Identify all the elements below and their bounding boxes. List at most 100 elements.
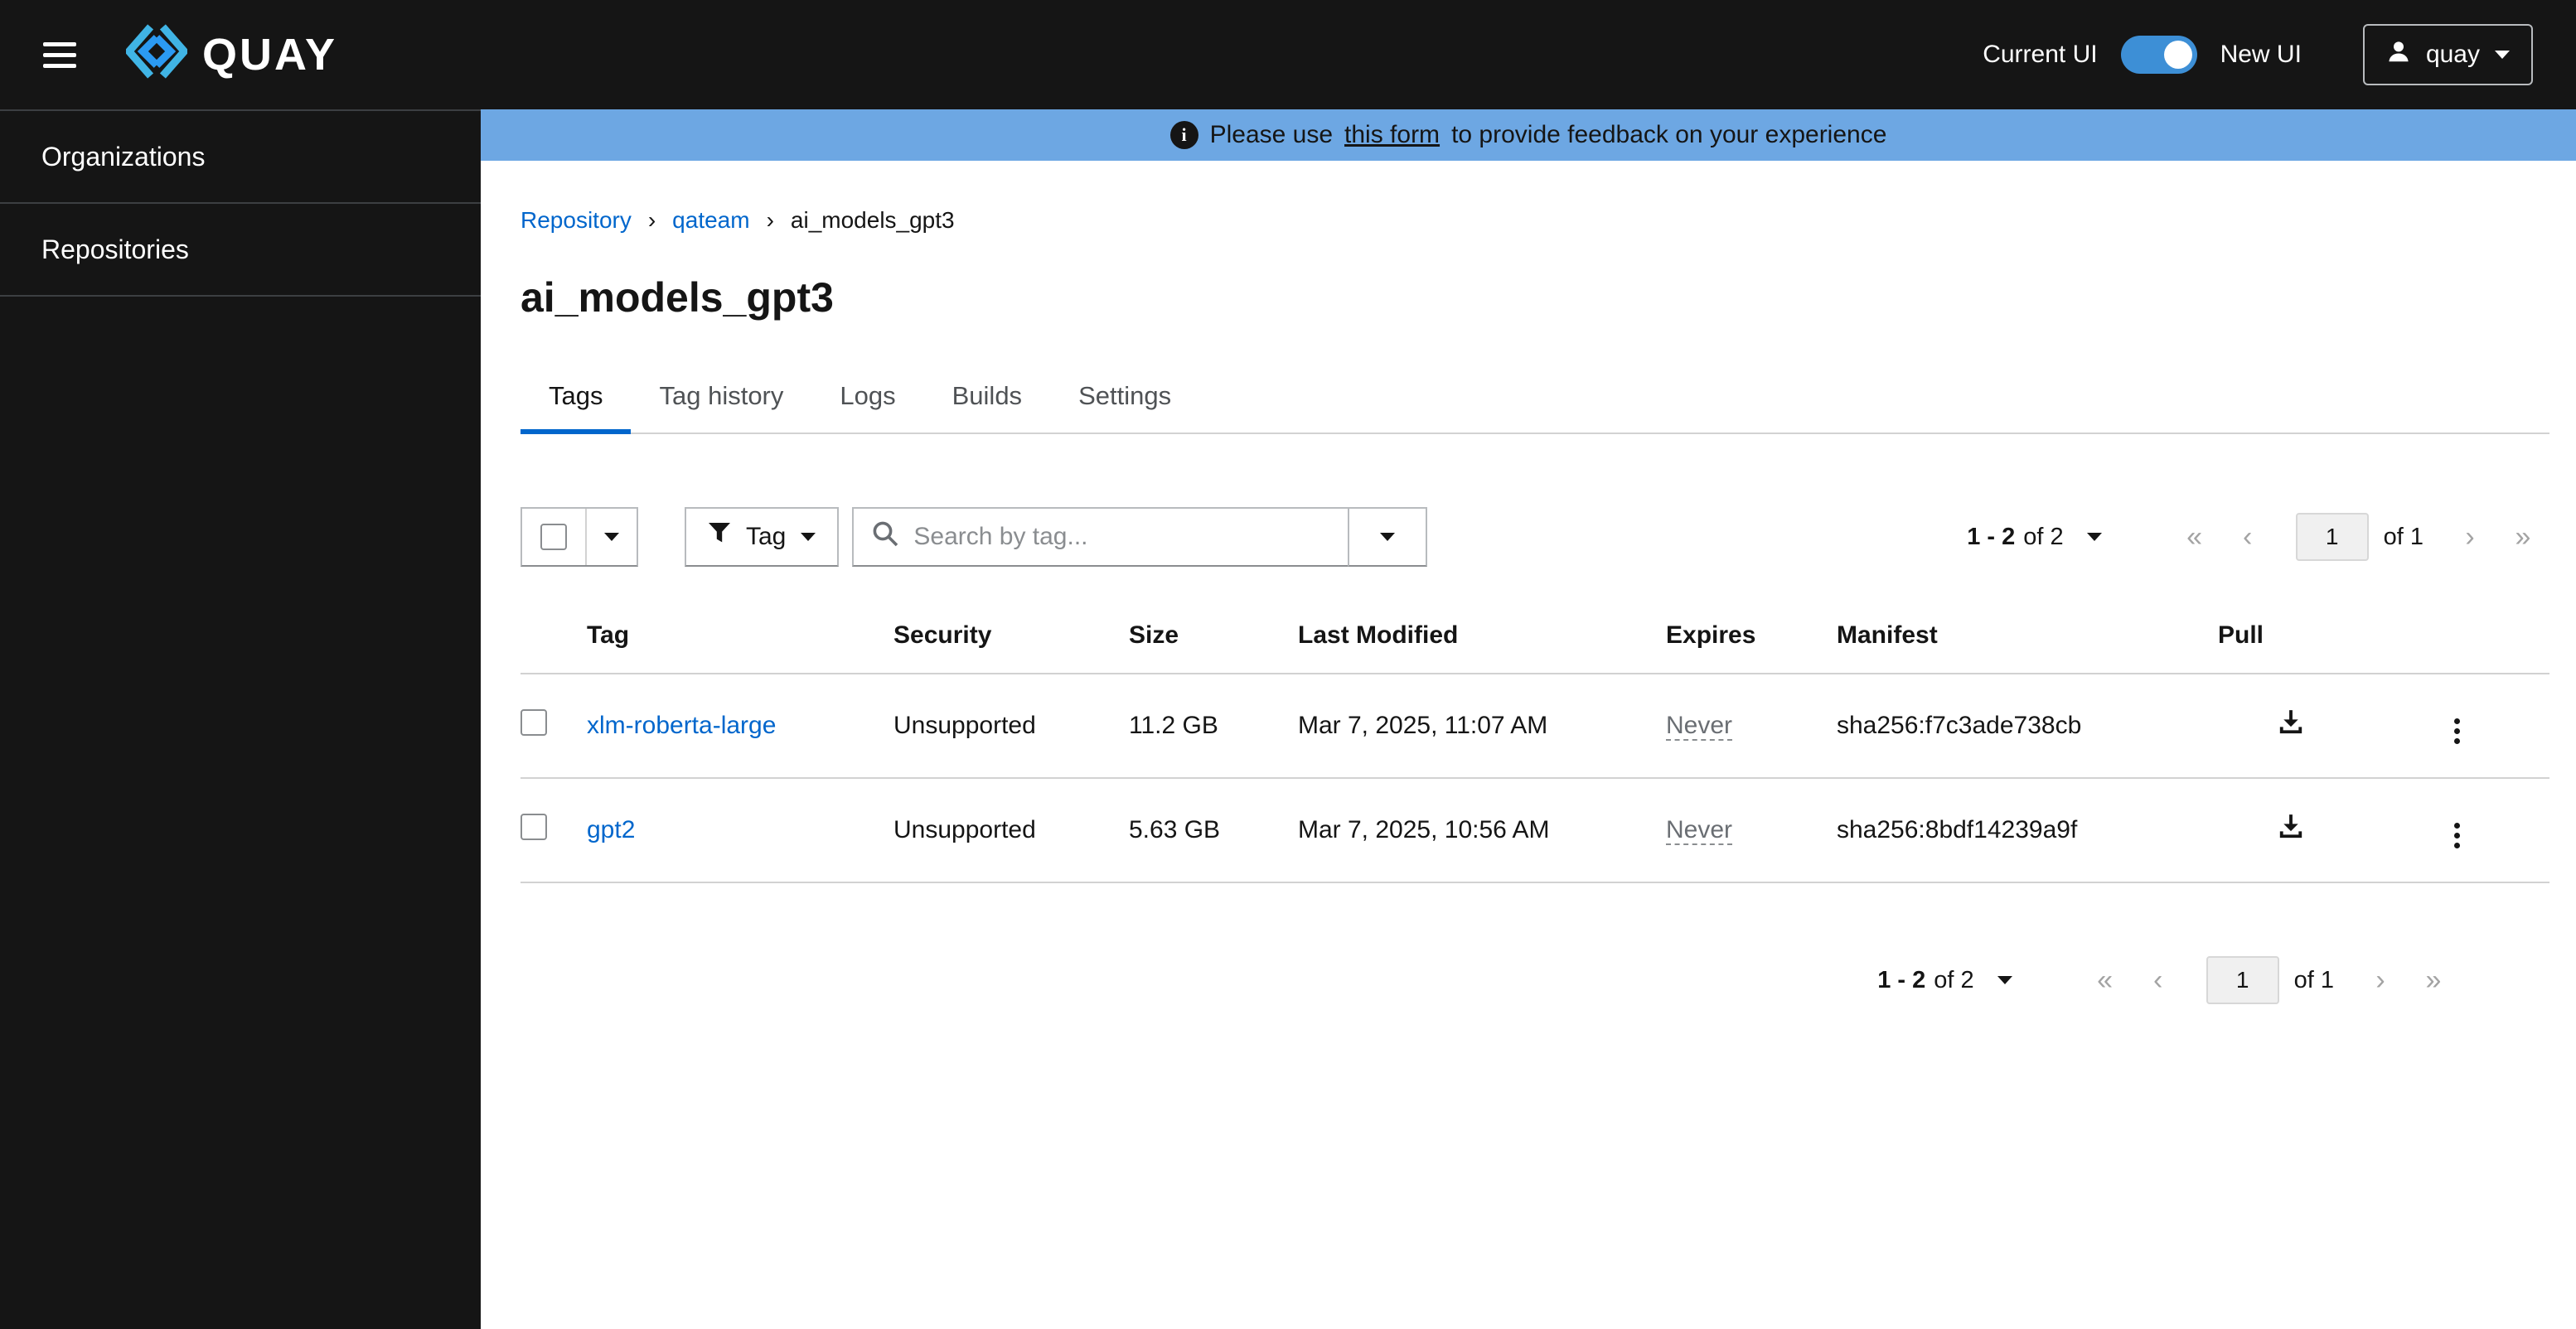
tag-link[interactable]: xlm-roberta-large [587,712,776,739]
chevron-down-icon [1380,533,1396,541]
search-input[interactable] [913,523,1330,551]
search-options-dropdown[interactable] [1348,507,1428,567]
tab-builds[interactable]: Builds [924,361,1050,433]
chevron-right-icon: › [766,207,774,233]
new-ui-label: New UI [2220,41,2302,68]
pagination-range: 1 - 2 [1877,966,1926,993]
sidebar-nav: Organizations Repositories [0,109,481,1329]
breadcrumb-current: ai_models_gpt3 [790,207,955,233]
sidebar-item-repositories[interactable]: Repositories [0,204,481,297]
user-menu-dropdown[interactable]: quay [2362,24,2533,85]
security-status: Unsupported [893,712,1036,739]
download-icon[interactable] [2277,708,2305,737]
tab-tags[interactable]: Tags [521,361,631,434]
previous-page-button[interactable]: ‹ [2132,966,2185,994]
sidebar-item-label: Organizations [41,141,206,172]
pagination-nav: « ‹ of 1 › » [2168,513,2549,561]
manifest-digest: sha256:8bdf14239a9f [1837,816,2078,843]
filter-type-label: Tag [746,523,787,550]
bulk-select-dropdown[interactable] [521,507,638,567]
column-header-last-modified: Last Modified [1298,602,1666,674]
search-group [852,507,1428,567]
kebab-menu-icon[interactable] [2444,818,2470,853]
header-checkbox-spacer [521,602,587,674]
download-icon[interactable] [2277,813,2305,841]
column-header-tag: Tag [587,602,893,674]
hamburger-menu-icon[interactable] [36,36,83,75]
security-status: Unsupported [893,816,1036,843]
column-header-security: Security [893,602,1129,674]
pagination-range: 1 - 2 [1967,523,2016,550]
column-header-size: Size [1129,602,1298,674]
pagination-top: 1 - 2 of 2 « ‹ of 1 › » [1967,513,2549,561]
search-box [852,507,1350,567]
current-page-input[interactable] [2206,956,2279,1004]
feedback-banner: i Please use this form to provide feedba… [481,109,2576,161]
pagination-nav: « ‹ of 1 › » [2079,956,2460,1004]
table-row: xlm-roberta-large Unsupported 11.2 GB Ma… [521,674,2549,779]
previous-page-button[interactable]: ‹ [2221,523,2274,551]
tab-label: Builds [951,381,1023,410]
first-page-button[interactable]: « [2079,966,2132,994]
ui-version-toggle[interactable] [2120,36,2197,74]
expires-value[interactable]: Never [1666,816,1733,845]
pagination-total: of 2 [2023,523,2064,550]
kebab-menu-icon[interactable] [2444,713,2470,749]
chevron-down-icon [604,533,619,541]
tab-settings[interactable]: Settings [1050,361,1199,433]
pagination-menu-toggle[interactable]: 1 - 2 of 2 [1967,523,2102,551]
filter-icon [708,522,731,552]
chevron-right-icon: › [647,207,656,233]
breadcrumb: Repository › qateam › ai_models_gpt3 [521,207,2549,234]
chevron-down-icon [2086,533,2102,541]
tab-logs[interactable]: Logs [811,361,923,433]
filter-type-dropdown[interactable]: Tag [685,507,840,567]
next-page-button[interactable]: › [2443,523,2496,551]
column-header-actions [2364,602,2549,674]
tags-toolbar: Tag 1 - 2 [521,507,2549,567]
last-modified: Mar 7, 2025, 11:07 AM [1298,712,1548,739]
tab-label: Tag history [659,381,784,410]
expires-value[interactable]: Never [1666,712,1733,741]
manifest-digest: sha256:f7c3ade738cb [1837,712,2082,739]
last-page-button[interactable]: » [2407,966,2460,994]
tab-label: Settings [1078,381,1172,410]
breadcrumb-repository-link[interactable]: Repository [521,207,632,234]
tab-tag-history[interactable]: Tag history [631,361,811,433]
banner-text-prefix: Please use [1209,121,1334,148]
feedback-form-link[interactable]: this form [1344,121,1440,149]
breadcrumb-org-link[interactable]: qateam [672,207,749,234]
brand-name: QUAY [202,30,338,80]
tab-label: Tags [549,381,603,410]
chevron-down-icon [2495,51,2510,59]
sidebar-item-organizations[interactable]: Organizations [0,111,481,204]
next-page-button[interactable]: › [2354,966,2407,994]
content: Repository › qateam › ai_models_gpt3 ai_… [481,161,2576,1004]
table-row: gpt2 Unsupported 5.63 GB Mar 7, 2025, 10… [521,778,2549,883]
tag-link[interactable]: gpt2 [587,816,635,843]
select-all-checkbox[interactable] [540,524,567,550]
column-header-pull: Pull [2218,602,2364,674]
current-page-input[interactable] [2295,513,2369,561]
column-header-expires: Expires [1666,602,1837,674]
page-title: ai_models_gpt3 [521,274,834,321]
chevron-down-icon [1997,976,2012,984]
row-checkbox[interactable] [521,814,547,840]
tab-bar: Tags Tag history Logs Builds Settings [521,361,2549,434]
tag-size: 5.63 GB [1129,816,1221,843]
quay-logo[interactable]: QUAY [123,21,338,89]
info-icon: i [1169,121,1198,149]
tags-table: Tag Security Size Last Modified Expires … [521,602,2549,883]
column-header-manifest: Manifest [1837,602,2218,674]
first-page-button[interactable]: « [2168,523,2221,551]
pagination-menu-toggle[interactable]: 1 - 2 of 2 [1877,967,2012,994]
last-page-button[interactable]: » [2496,523,2549,551]
page-count-label: of 1 [2383,523,2423,550]
table-header-row: Tag Security Size Last Modified Expires … [521,602,2549,674]
tag-size: 11.2 GB [1129,712,1218,739]
row-checkbox[interactable] [521,709,547,736]
app-window: QUAY Current UI New UI quay Organization… [0,0,2576,1329]
pagination-total: of 2 [1934,966,1974,993]
toggle-knob [2163,41,2192,69]
header-right-controls: Current UI New UI quay [1983,24,2533,85]
